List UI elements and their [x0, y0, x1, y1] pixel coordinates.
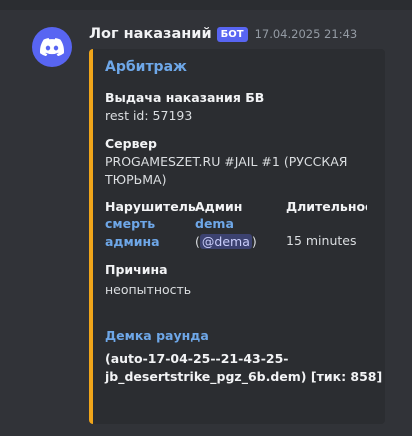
embed-title: Арбитраж [105, 59, 187, 75]
avatar[interactable] [32, 27, 72, 67]
field-admin-name: Админ [195, 199, 243, 214]
embed-heading: Выдача наказания БВ [105, 90, 265, 105]
offender-link[interactable]: смерть админа [105, 215, 193, 251]
message-header: Лог наказаний БОТ 17.04.2025 21:43 [89, 25, 357, 43]
discord-logo-icon [40, 38, 64, 56]
field-duration-value: 15 minutes [286, 233, 357, 248]
rest-id: rest id: 57193 [105, 108, 193, 123]
field-server-name: Сервер [105, 136, 157, 151]
field-duration-name: Длительность [286, 199, 367, 214]
previous-message-strip [0, 0, 412, 10]
field-duration: Длительность 15 minutes [286, 198, 367, 250]
message-timestamp[interactable]: 17.04.2025 21:43 [255, 27, 358, 41]
field-server-value: PROGAMESZET.RU #JAIL #1 (РУССКАЯ ТЮРЬМА) [105, 154, 348, 187]
demo-title: Демка раунда [105, 328, 209, 343]
author-name[interactable]: Лог наказаний [89, 26, 212, 42]
field-reason-value: неопытность [105, 282, 192, 297]
admin-mention[interactable]: @dema [199, 234, 252, 249]
field-admin: Админ dema (@dema) [195, 198, 283, 251]
admin-link[interactable]: dema [195, 215, 283, 233]
field-reason-name: Причина [105, 262, 168, 277]
paren-close: ) [251, 234, 257, 249]
embed-card: Арбитраж Выдача наказания БВ rest id: 57… [89, 49, 385, 424]
field-offender: Нарушитель смерть админа [105, 198, 196, 251]
bot-badge: БОТ [216, 26, 248, 42]
demo-value: (auto-17-04-25--21-43-25-jb_desertstrike… [105, 351, 383, 384]
field-admin-value: dema (@dema) [195, 215, 283, 251]
field-offender-name: Нарушитель [105, 199, 196, 214]
